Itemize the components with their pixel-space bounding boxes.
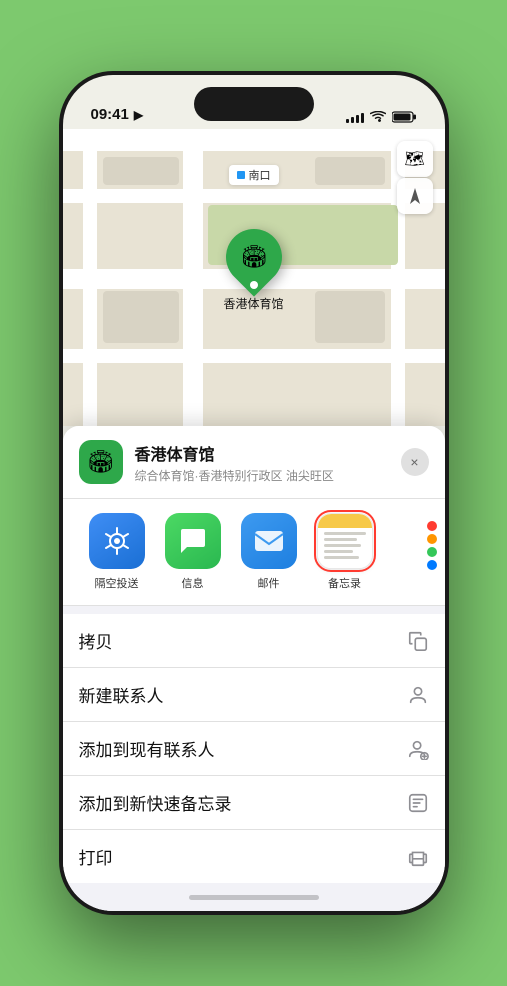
airdrop-icon <box>102 526 132 556</box>
airdrop-icon-wrap <box>89 513 145 569</box>
notes-icon-inner <box>318 514 372 568</box>
map-road <box>83 129 97 426</box>
home-bar <box>189 895 319 900</box>
notes-top-bar <box>318 514 372 528</box>
marker-label: 香港体育馆 <box>223 295 283 312</box>
action-quick-note[interactable]: 添加到新快速备忘录 <box>63 776 445 830</box>
close-button[interactable]: × <box>401 448 429 476</box>
more-icon-wrap <box>385 513 441 569</box>
status-time: 09:41 ▶ <box>91 106 144 123</box>
venue-name: 香港体育馆 <box>135 441 389 465</box>
map-block <box>315 157 385 185</box>
dynamic-island <box>194 87 314 121</box>
airdrop-label: 隔空投送 <box>95 575 139 591</box>
marker-icon: 🏟 <box>240 244 268 270</box>
action-copy[interactable]: 拷贝 <box>63 614 445 668</box>
message-icon <box>177 525 209 557</box>
map-area: 南口 🏟 香港体育馆 🗺 <box>63 129 445 426</box>
message-icon-wrap <box>165 513 221 569</box>
map-block <box>103 291 179 343</box>
stadium-marker: 🏟 香港体育馆 <box>223 229 283 312</box>
venue-info: 香港体育馆 综合体育馆·香港特别行政区 油尖旺区 <box>135 441 389 484</box>
notes-label: 备忘录 <box>328 575 361 591</box>
wifi-icon <box>370 111 386 123</box>
message-label: 信息 <box>182 575 204 591</box>
map-road <box>63 129 445 151</box>
venue-subtitle: 综合体育馆·香港特别行政区 油尖旺区 <box>135 467 389 484</box>
quick-note-label: 添加到新快速备忘录 <box>79 790 232 815</box>
copy-icon <box>407 630 429 652</box>
venue-icon: 🏟 <box>79 440 123 484</box>
notes-lines <box>318 528 372 568</box>
phone-screen: 09:41 ▶ <box>63 75 445 911</box>
venue-header: 🏟 香港体育馆 综合体育馆·香港特别行政区 油尖旺区 × <box>63 426 445 499</box>
notes-icon-wrap <box>317 513 373 569</box>
map-background: 南口 🏟 香港体育馆 🗺 <box>63 129 445 426</box>
map-layers-button[interactable]: 🗺 <box>397 141 433 177</box>
signal-icon <box>346 111 364 123</box>
home-indicator <box>63 883 445 911</box>
map-block <box>315 291 385 343</box>
share-more[interactable] <box>383 513 443 591</box>
map-road <box>63 349 445 363</box>
action-print[interactable]: 打印 <box>63 830 445 883</box>
map-road <box>63 189 445 203</box>
map-block <box>103 157 179 185</box>
add-to-contact-label: 添加到现有联系人 <box>79 736 215 761</box>
map-label-dot <box>237 171 245 179</box>
action-list: 拷贝 新建联系人 添加到现有联系人 <box>63 614 445 883</box>
location-arrow-icon: ▶ <box>134 108 143 122</box>
marker-dot <box>249 281 257 289</box>
map-label-tag: 南口 <box>229 165 279 185</box>
mail-icon-wrap <box>241 513 297 569</box>
copy-label: 拷贝 <box>79 628 113 653</box>
print-label: 打印 <box>79 844 113 869</box>
map-road <box>183 129 203 426</box>
more-color-dots <box>423 513 441 578</box>
share-notes[interactable]: 备忘录 <box>307 513 383 591</box>
battery-icon <box>392 111 417 123</box>
share-row: 隔空投送 信息 <box>63 499 445 606</box>
mail-label: 邮件 <box>258 575 280 591</box>
phone-frame: 09:41 ▶ <box>59 71 449 915</box>
quick-note-icon <box>407 792 429 814</box>
share-airdrop[interactable]: 隔空投送 <box>79 513 155 591</box>
new-contact-icon <box>407 684 429 706</box>
action-add-to-contact[interactable]: 添加到现有联系人 <box>63 722 445 776</box>
print-icon <box>407 846 429 868</box>
add-to-contact-icon <box>407 738 429 760</box>
status-icons <box>346 111 417 123</box>
map-location-button[interactable] <box>397 178 433 214</box>
map-controls: 🗺 <box>397 141 433 214</box>
bottom-sheet: 🏟 香港体育馆 综合体育馆·香港特别行政区 油尖旺区 × <box>63 426 445 911</box>
share-message[interactable]: 信息 <box>155 513 231 591</box>
location-icon <box>406 187 424 205</box>
mail-icon <box>253 527 285 555</box>
new-contact-label: 新建联系人 <box>79 682 164 707</box>
share-mail[interactable]: 邮件 <box>231 513 307 591</box>
action-new-contact[interactable]: 新建联系人 <box>63 668 445 722</box>
